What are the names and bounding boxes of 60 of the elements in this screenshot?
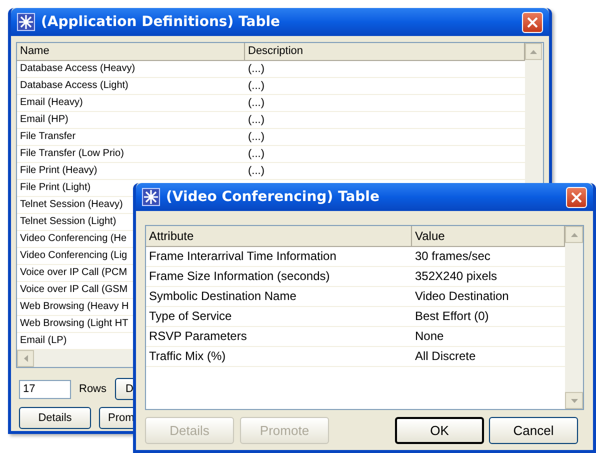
table-cell-text: Database Access (Heavy) xyxy=(20,62,136,76)
table-cell-text: File Print (Light) xyxy=(20,181,91,195)
close-button[interactable] xyxy=(566,186,587,208)
table-cell-text: All Discrete xyxy=(414,348,477,365)
table-cell-text: Video Conferencing (Lig xyxy=(20,249,128,263)
table-cell-text: (...) xyxy=(247,62,266,77)
table-cell-text: Best Effort (0) xyxy=(414,308,490,325)
table-cell-text: Voice over IP Call (GSM xyxy=(20,283,128,297)
table-cell-text: Email (HP) xyxy=(20,113,68,127)
table-cell-text: File Transfer (Low Prio) xyxy=(20,147,124,161)
dialog-button[interactable]: OK xyxy=(395,417,484,444)
table-cell-text: (...) xyxy=(247,79,266,94)
up-arrow-icon xyxy=(530,50,537,54)
column-header[interactable]: Name xyxy=(17,43,245,60)
table-cell-text: Symbolic Destination Name xyxy=(148,288,298,305)
table-cell-text: (...) xyxy=(247,113,266,128)
scroll-up-button[interactable] xyxy=(525,43,542,60)
down-arrow-icon xyxy=(570,398,578,402)
close-icon xyxy=(571,192,582,202)
table-cell-text: Type of Service xyxy=(148,308,233,325)
table-cell-text: (...) xyxy=(247,147,266,162)
row-count-field[interactable]: 17 xyxy=(19,380,71,398)
table-cell-text: (...) xyxy=(247,164,266,179)
scroll-down-button[interactable] xyxy=(565,392,583,409)
table-cell-text: Telnet Session (Light) xyxy=(20,215,116,229)
scroll-left-button[interactable] xyxy=(17,350,34,367)
table-cell-text: RSVP Parameters xyxy=(148,328,248,345)
table-cell-text: Web Browsing (Heavy H xyxy=(20,300,129,314)
window-title: (Application Definitions) Table xyxy=(41,12,282,32)
table-cell-text: Database Access (Light) xyxy=(20,79,128,93)
window-title: (Video Conferencing) Table xyxy=(166,188,380,206)
table-cell-text: Web Browsing (Light HT xyxy=(20,317,128,331)
table-cell-text: Frame Interarrival Time Information xyxy=(148,248,338,265)
close-button[interactable] xyxy=(522,12,543,32)
table-cell-text: 30 frames/sec xyxy=(414,248,492,265)
table-cell-text: None xyxy=(414,328,445,345)
table-cell-text: Email (LP) xyxy=(20,334,67,348)
dialog-button[interactable]: Cancel xyxy=(489,417,578,444)
rows-label: Rows xyxy=(79,382,107,397)
scroll-up-button[interactable] xyxy=(565,226,583,243)
table-cell-text: Video Destination xyxy=(414,288,510,305)
table-cell-text: Traffic Mix (%) xyxy=(148,348,227,365)
table-cell-text: Frame Size Information (seconds) xyxy=(148,268,331,285)
up-arrow-icon xyxy=(570,232,578,236)
scroll-bar[interactable] xyxy=(565,226,583,409)
table-cell-text: (...) xyxy=(247,130,266,145)
table-cell-text: Email (Heavy) xyxy=(20,96,83,110)
table-cell-text: Video Conferencing (He xyxy=(20,232,127,246)
table-cell-text: Telnet Session (Heavy) xyxy=(20,198,123,212)
close-icon xyxy=(527,16,538,28)
table-cell-text: File Print (Heavy) xyxy=(20,164,98,178)
table-cell-text: 352X240 pixels xyxy=(414,268,498,285)
left-arrow-icon xyxy=(24,355,28,362)
table-cell-text: (...) xyxy=(247,96,266,111)
table-cell-text: File Transfer xyxy=(20,130,76,144)
table-button[interactable]: Details xyxy=(19,407,91,429)
column-header[interactable]: Attribute xyxy=(146,226,412,246)
table-cell-text: Voice over IP Call (PCM xyxy=(20,266,128,280)
app-icon xyxy=(142,188,160,206)
app-icon xyxy=(17,13,35,31)
